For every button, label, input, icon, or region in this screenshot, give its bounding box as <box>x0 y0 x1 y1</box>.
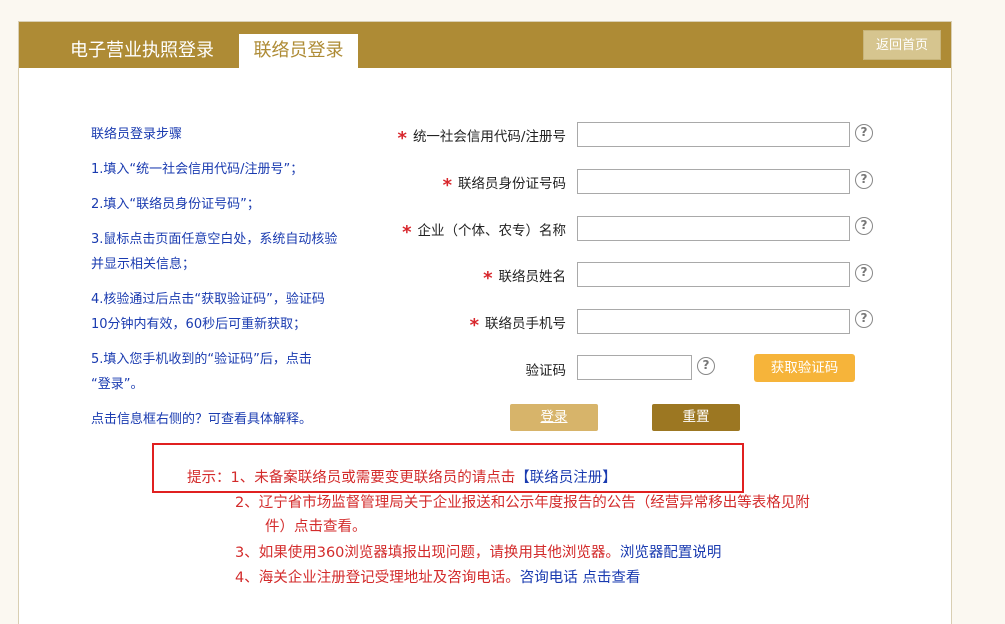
step-2: 2.填入“联络员身份证号码”； <box>91 197 260 212</box>
credit-code-label: * 统一社会信用代码/注册号 <box>397 128 566 149</box>
help-icon[interactable]: ? <box>855 217 873 235</box>
required-mark: * <box>397 128 407 149</box>
notice-2-line1[interactable]: 2、辽宁省市场监督管理局关于企业报送和公示年度报告的公告（经营异常移出等表格见附 <box>235 491 810 512</box>
notice-1: 提示：1、未备案联络员或需要变更联络员的请点击【联络员注册】 <box>187 470 617 486</box>
captcha-label: 验证码 <box>525 363 567 379</box>
consult-phone-link[interactable]: 咨询电话 点击查看 <box>520 570 641 586</box>
steps-title: 联络员登录步骤 <box>91 127 183 142</box>
notice-4: 4、海关企业注册登记受理地址及咨询电话。咨询电话 点击查看 <box>235 570 641 586</box>
help-icon[interactable]: ? <box>855 171 873 189</box>
help-icon[interactable]: ? <box>855 124 873 142</box>
tab-contact-login[interactable]: 联络员登录 <box>239 34 358 68</box>
company-name-input[interactable] <box>577 216 850 241</box>
captcha-input[interactable] <box>577 355 692 380</box>
required-mark: * <box>402 222 412 243</box>
company-name-label: * 企业（个体、农专）名称 <box>402 222 566 243</box>
home-button[interactable]: 返回首页 <box>863 30 941 60</box>
get-captcha-button[interactable]: 获取验证码 <box>754 354 855 382</box>
help-icon[interactable]: ? <box>697 357 715 375</box>
required-mark: * <box>469 315 479 336</box>
login-steps: 联络员登录步骤 1.填入“统一社会信用代码/注册号”； 2.填入“联络员身份证号… <box>91 122 371 442</box>
id-number-label: * 联络员身份证号码 <box>442 175 566 196</box>
step-5: 5.填入您手机收到的“验证码”后，点击 “登录”。 <box>91 352 312 392</box>
login-panel: 电子营业执照登录 联络员登录 返回首页 联络员登录步骤 1.填入“统一社会信用代… <box>18 21 952 624</box>
contact-register-link[interactable]: 【联络员注册】 <box>515 470 617 486</box>
phone-input[interactable] <box>577 309 850 334</box>
step-1: 1.填入“统一社会信用代码/注册号”； <box>91 162 304 177</box>
notice-3: 3、如果使用360浏览器填报出现问题，请换用其他浏览器。浏览器配置说明 <box>235 545 722 561</box>
browser-config-link[interactable]: 浏览器配置说明 <box>620 545 722 561</box>
step-4: 4.核验通过后点击“获取验证码”，验证码 10分钟内有效，60秒后可重新获取； <box>91 292 325 332</box>
phone-label: * 联络员手机号 <box>469 315 566 336</box>
contact-name-input[interactable] <box>577 262 850 287</box>
help-icon[interactable]: ? <box>855 310 873 328</box>
reset-button[interactable]: 重置 <box>652 404 740 431</box>
required-mark: * <box>483 268 493 289</box>
notice-2-line2[interactable]: 件）点击查看。 <box>265 515 367 536</box>
top-bar: 电子营业执照登录 联络员登录 返回首页 <box>19 22 951 68</box>
steps-hint: 点击信息框右侧的？可查看具体解释。 <box>91 412 313 427</box>
help-icon[interactable]: ? <box>855 264 873 282</box>
required-mark: * <box>442 175 452 196</box>
id-number-input[interactable] <box>577 169 850 194</box>
step-3: 3.鼠标点击页面任意空白处，系统自动核验 并显示相关信息； <box>91 232 338 272</box>
contact-name-label: * 联络员姓名 <box>483 268 566 289</box>
credit-code-input[interactable] <box>577 122 850 147</box>
tab-license-login[interactable]: 电子营业执照登录 <box>67 34 217 68</box>
login-button[interactable]: 登录 <box>510 404 598 431</box>
